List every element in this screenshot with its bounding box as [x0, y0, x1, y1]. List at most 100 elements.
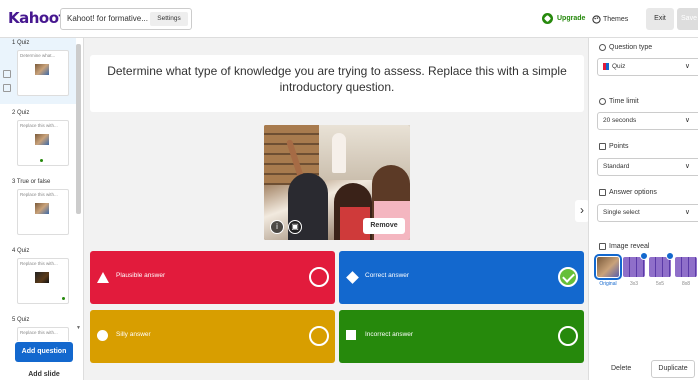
question-type-select[interactable]: Quiz ∨ — [597, 58, 698, 76]
answer-option-4[interactable]: Incorrect answer — [339, 310, 584, 363]
reveal-option-3x3[interactable] — [623, 252, 648, 277]
info-icon[interactable]: i — [270, 220, 284, 234]
chevron-down-icon: ∨ — [684, 163, 690, 170]
reveal-option-5x5[interactable] — [649, 252, 674, 277]
reveal-label: 8x8 — [681, 281, 691, 287]
themes-button[interactable]: Themes — [592, 11, 628, 27]
quiz-icon — [603, 62, 609, 70]
answer-options-value: Single select — [603, 209, 640, 216]
thumb-image — [35, 203, 49, 214]
kahoot-title-field[interactable]: Kahoot! for formative... Settings — [60, 8, 192, 30]
answer-options-select[interactable]: Single select ∨ — [597, 204, 698, 222]
circle-icon — [97, 330, 108, 341]
scroll-down-icon[interactable]: ▼ — [76, 325, 81, 331]
points-select[interactable]: Standard ∨ — [597, 158, 698, 176]
add-question-button[interactable]: Add question — [15, 342, 73, 362]
image-teacher — [332, 133, 346, 173]
question-type-value: Quiz — [612, 63, 626, 70]
medal-icon — [599, 143, 606, 150]
question-settings-panel: Question type Quiz ∨ Time limit 20 secon… — [588, 38, 698, 380]
thumb-image — [35, 272, 49, 283]
image-reveal-options — [594, 252, 697, 280]
add-slide-button[interactable]: Add slide — [15, 366, 73, 380]
correct-answer-toggle[interactable] — [309, 326, 329, 346]
square-icon — [346, 330, 356, 340]
sidebar-scrollbar[interactable] — [76, 44, 81, 214]
answer-text: Incorrect answer — [365, 331, 414, 338]
slide-thumbnail[interactable]: Determine what... — [17, 50, 69, 96]
thumb-question-text: Replace this with... — [20, 192, 58, 197]
slide-item-1[interactable]: 1 Quiz Determine what... — [0, 38, 76, 104]
upgrade-label: Upgrade — [557, 15, 586, 22]
reveal-label: Original — [599, 281, 617, 287]
time-limit-select[interactable]: 20 seconds ∨ — [597, 112, 698, 130]
upgrade-button[interactable]: Upgrade — [542, 13, 585, 24]
thumb-question-text: Replace this with... — [20, 261, 58, 266]
slide-label: 5 Quiz — [12, 317, 30, 323]
points-heading: Points — [599, 143, 628, 150]
reveal-option-original[interactable] — [594, 254, 622, 280]
palette-icon — [592, 14, 601, 24]
question-type-icon — [599, 44, 606, 51]
slide-item-3[interactable]: 3 True or false Replace this with... — [0, 177, 76, 243]
correct-answer-toggle[interactable] — [309, 267, 329, 287]
question-input[interactable]: Determine what type of knowledge you are… — [90, 55, 584, 112]
reveal-label: 5x5 — [655, 281, 665, 287]
time-limit-title: Time limit — [609, 98, 639, 105]
correct-answer-toggle[interactable] — [558, 326, 578, 346]
delete-slide-icon[interactable] — [3, 84, 11, 92]
thumb-question-text: Determine what... — [20, 53, 56, 58]
upgrade-icon — [542, 13, 553, 24]
answer-text: Correct answer — [365, 272, 410, 279]
kahoot-editor: Kahoot! Kahoot! for formative... Setting… — [0, 0, 698, 380]
slide-label: 3 True or false — [12, 179, 51, 185]
remove-image-button[interactable]: Remove — [363, 218, 405, 234]
answer-options-heading: Answer options — [599, 189, 657, 196]
slide-thumbnail[interactable]: Replace this with... — [17, 189, 69, 235]
save-button[interactable]: Save — [677, 8, 698, 30]
slide-thumbnail[interactable]: Replace this with... — [17, 258, 69, 304]
exit-button[interactable]: Exit — [646, 8, 674, 30]
answer-option-1[interactable]: Plausible answer — [90, 251, 335, 304]
reveal-label: 3x3 — [629, 281, 639, 287]
duplicate-slide-icon[interactable] — [3, 70, 11, 78]
thumb-answer-dot — [40, 159, 43, 162]
question-text: Determine what type of knowledge you are… — [107, 64, 567, 94]
reveal-icon — [599, 243, 606, 250]
collapse-panel-chevron-icon[interactable]: › — [575, 200, 589, 222]
points-value: Standard — [603, 163, 630, 170]
slide-item-2[interactable]: 2 Quiz Replace this with... — [0, 108, 76, 174]
slide-thumbnail[interactable]: Replace this with... — [17, 120, 69, 166]
slide-label: 4 Quiz — [12, 248, 30, 254]
reveal-option-8x8[interactable] — [675, 257, 697, 277]
slide-thumbnail[interactable]: Replace this with... — [17, 327, 69, 341]
answer-option-3[interactable]: Silly answer — [90, 310, 335, 363]
image-reveal-heading: Image reveal — [599, 243, 649, 250]
slide-item-4[interactable]: 4 Quiz Replace this with... — [0, 246, 76, 312]
chevron-down-icon: ∨ — [684, 63, 690, 70]
settings-button[interactable]: Settings — [150, 12, 188, 26]
time-limit-value: 20 seconds — [603, 117, 637, 124]
time-limit-heading: Time limit — [599, 98, 639, 105]
chevron-down-icon: ∨ — [684, 209, 690, 216]
thumb-answer-dot — [62, 297, 65, 300]
slide-item-5[interactable]: 5 Quiz Replace this with... — [0, 315, 76, 341]
delete-button[interactable]: Delete — [611, 365, 631, 372]
clock-icon — [599, 98, 606, 105]
points-title: Points — [609, 143, 629, 150]
correct-answer-toggle[interactable] — [558, 267, 578, 287]
answer-options-title: Answer options — [609, 189, 657, 196]
image-reveal-title: Image reveal — [609, 243, 650, 250]
thumb-image — [35, 134, 49, 145]
slide-label: 1 Quiz — [12, 40, 30, 46]
thumb-question-text: Replace this with... — [20, 123, 58, 128]
answer-option-2[interactable]: Correct answer — [339, 251, 584, 304]
image-reveal-labels: Original 3x3 5x5 8x8 — [597, 281, 697, 287]
diamond-icon — [346, 271, 359, 284]
replace-image-icon[interactable]: ▣ — [288, 220, 302, 234]
question-type-title: Question type — [609, 44, 653, 51]
duplicate-button[interactable]: Duplicate — [651, 360, 695, 378]
lock-icon — [666, 252, 674, 260]
themes-label: Themes — [603, 15, 629, 23]
slide-list-sidebar: 1 Quiz Determine what... 2 Quiz Replace … — [0, 38, 84, 380]
